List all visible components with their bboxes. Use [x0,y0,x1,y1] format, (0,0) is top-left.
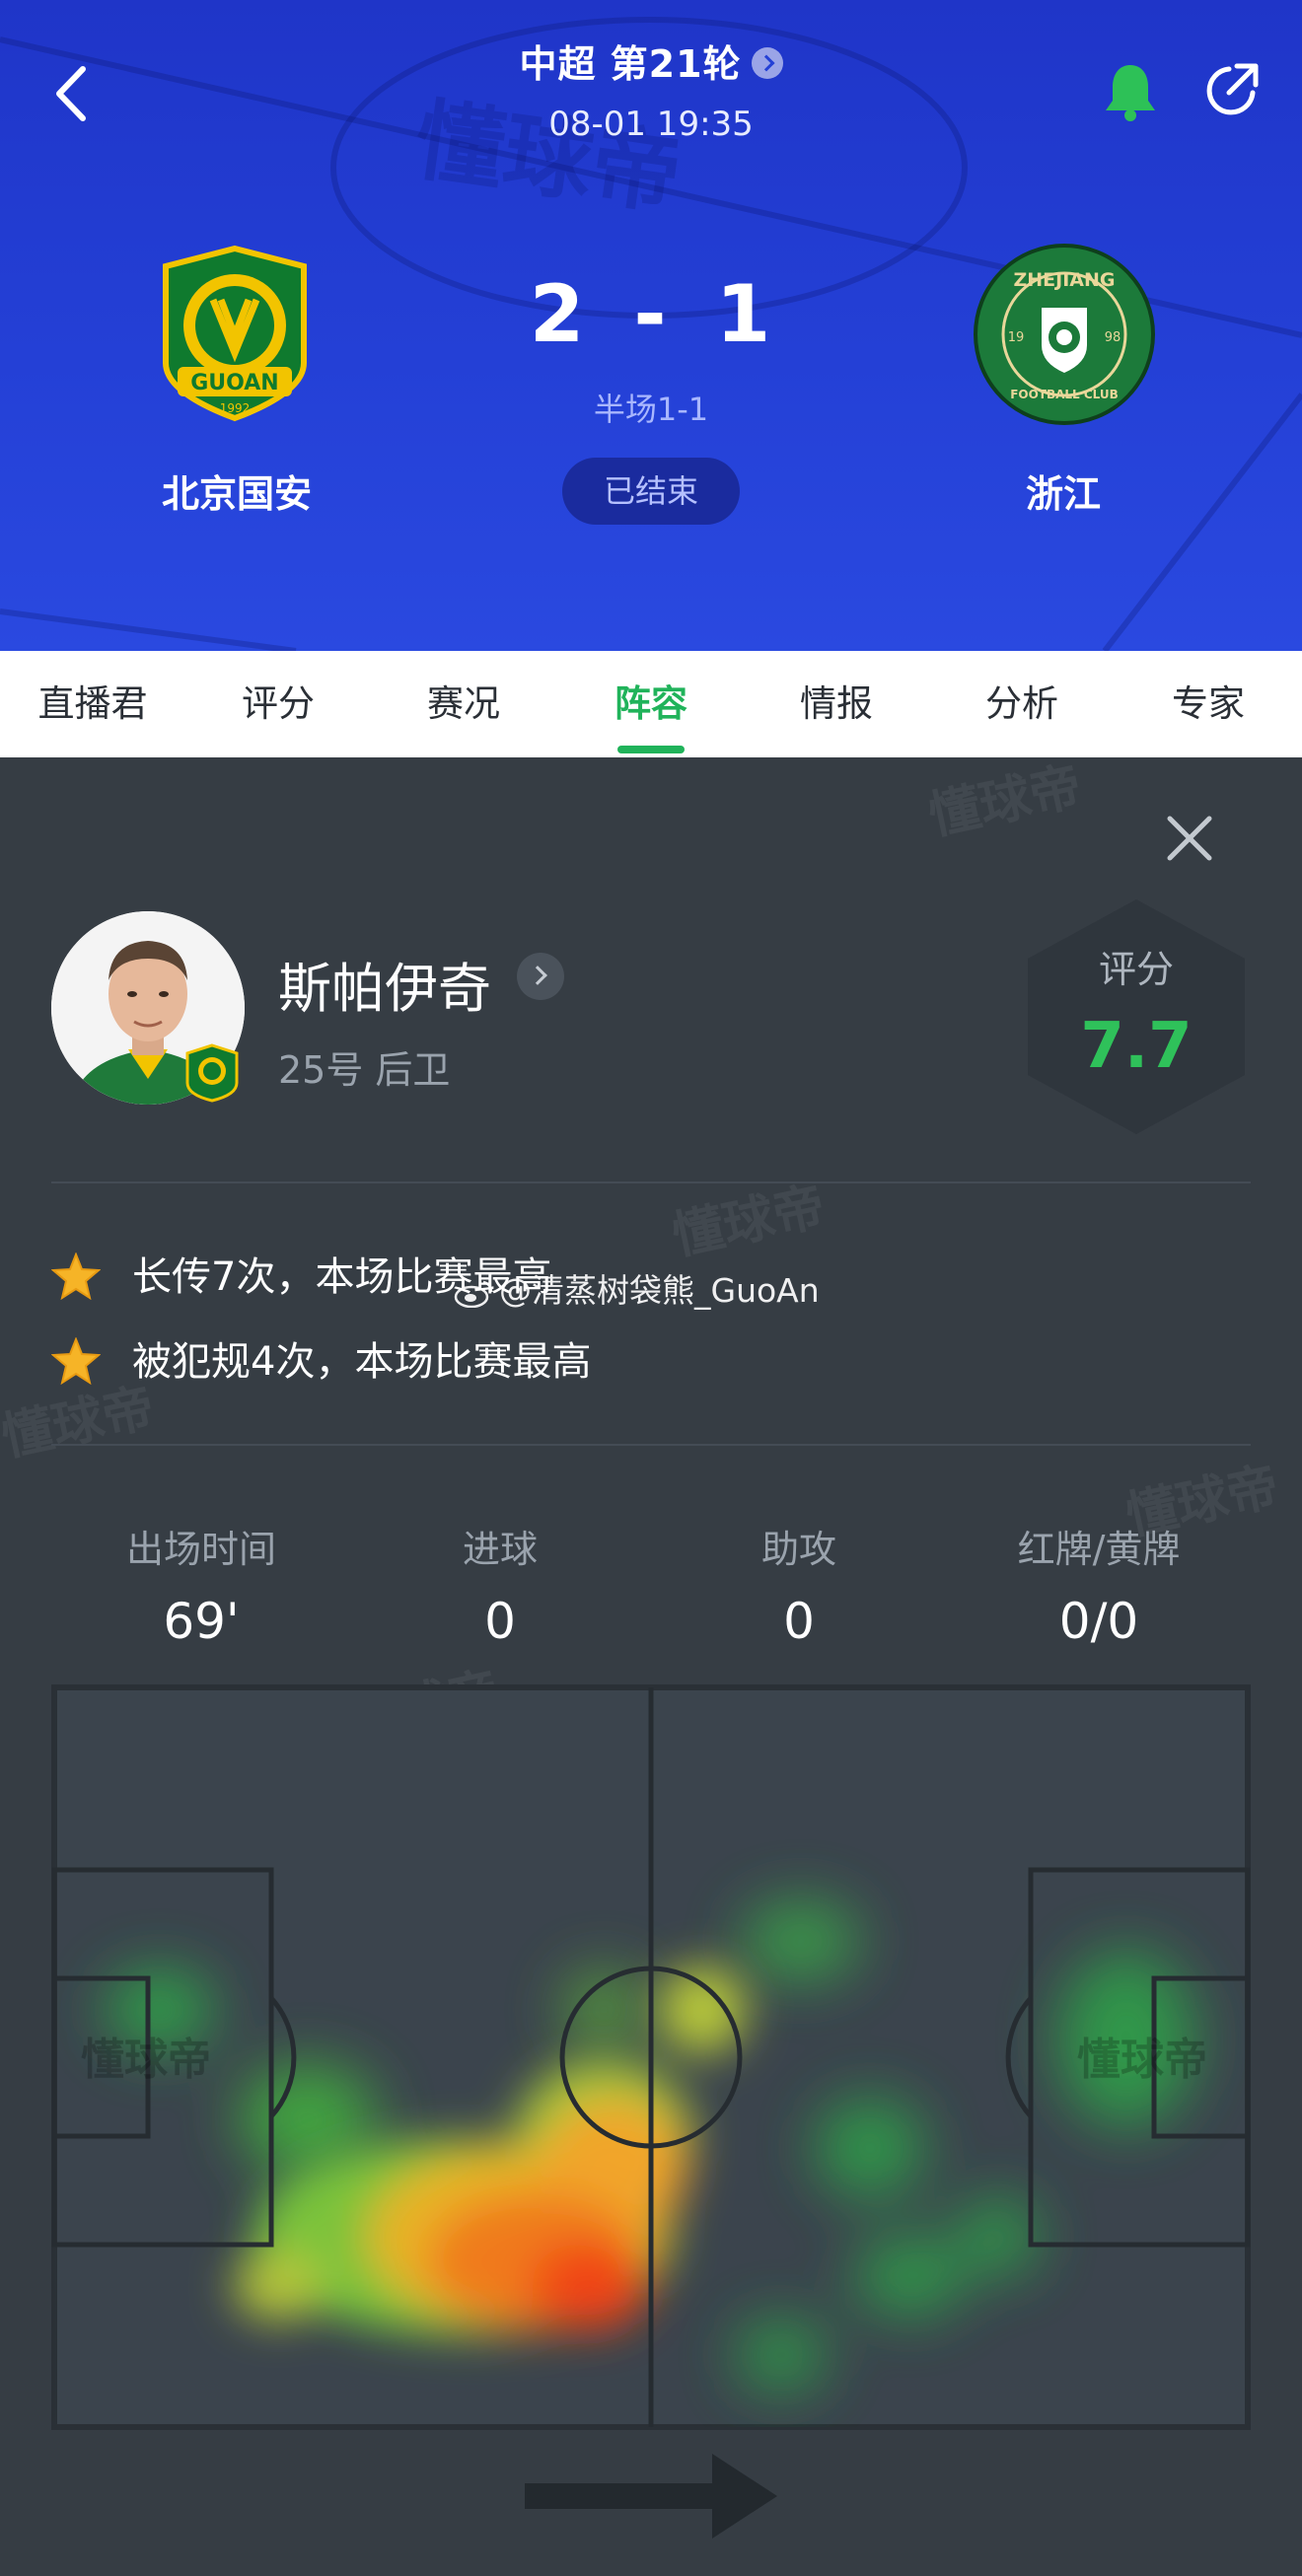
half-time-score: 半场1-1 [593,391,709,428]
score-separator: - [633,268,669,360]
rating-value: 7.7 [1080,1010,1193,1083]
chevron-right-icon[interactable] [517,953,564,1000]
svg-text:GUOAN: GUOAN [190,371,278,395]
stat-label: 红牌/黄牌 [1017,1528,1181,1571]
match-header: 懂球帝 中超 第21轮 08-01 19:35 GUOAN 1992 北京国安 … [0,0,1302,651]
tab-experts[interactable]: 专家 [1115,651,1302,757]
player-number-position: 25号 后卫 [278,1048,451,1092]
stat-value: 0 [484,1593,516,1650]
team-badge-icon [185,1043,239,1103]
stat-minutes: 出场时间 69' [53,1519,349,1650]
brand-watermark: 懂球帝 [923,756,1087,847]
away-team-crest: ZHEJIANG FOOTBALL CLUB 19 98 [974,244,1155,425]
stat-goals: 进球 0 [352,1519,648,1650]
star-icon [51,1252,101,1300]
stat-label: 助攻 [760,1528,836,1571]
stat-cards: 红牌/黄牌 0/0 [951,1519,1247,1650]
svg-text:ZHEJIANG: ZHEJIANG [1014,269,1116,291]
share-icon[interactable] [1201,59,1263,120]
weibo-icon [454,1280,493,1308]
svg-text:98: 98 [1105,330,1121,345]
stat-label: 出场时间 [125,1528,276,1571]
away-score: 1 [715,268,773,360]
divider [51,1181,1251,1183]
star-icon [51,1337,101,1385]
stat-label: 进球 [462,1528,538,1571]
arrow-right-icon [525,2454,777,2539]
close-icon[interactable] [1164,813,1215,864]
scoreboard: 2-1 [454,268,848,360]
stat-value: 0/0 [1058,1593,1139,1650]
chevron-right-icon [751,46,783,79]
svg-text:1992: 1992 [220,401,251,415]
tab-events[interactable]: 赛况 [371,651,556,757]
home-team-crest: GUOAN 1992 [163,245,307,422]
svg-text:FOOTBALL CLUB: FOOTBALL CLUB [1010,388,1119,401]
bell-icon[interactable] [1101,61,1160,122]
stat-assists: 助攻 0 [651,1519,947,1650]
tab-live[interactable]: 直播君 [0,651,185,757]
home-team-name[interactable]: 北京国安 [39,464,434,518]
away-team-name[interactable]: 浙江 [866,464,1261,518]
pitch-watermark: 懂球帝 [1077,2035,1207,2085]
tab-rating[interactable]: 评分 [185,651,371,757]
highlight-text: 被犯规4次，本场比赛最高 [132,1339,592,1385]
svg-text:19: 19 [1008,330,1025,345]
home-score: 2 [529,268,587,360]
stat-value: 0 [783,1593,815,1650]
match-tabs: 直播君 评分 赛况 阵容 情报 分析 专家 [0,651,1302,757]
stat-value: 69' [163,1593,240,1650]
round-title-text: 中超 第21轮 [519,42,742,86]
brand-watermark: 懂球帝 [667,1177,831,1267]
tab-active-indicator [617,746,685,753]
tab-analysis[interactable]: 分析 [929,651,1115,757]
rating-label: 评分 [1098,948,1174,991]
tab-intel[interactable]: 情报 [744,651,929,757]
player-name[interactable]: 斯帕伊奇 [278,945,491,1023]
pitch-watermark: 懂球帝 [81,2035,211,2085]
status-badge: 已结束 [562,458,740,525]
tab-lineup[interactable]: 阵容 [558,651,744,757]
heatmap-pitch: 懂球帝 懂球帝 [51,1684,1251,2430]
weibo-watermark-text: @清蒸树袋熊_GuoAn [499,1271,820,1310]
divider [51,1444,1251,1446]
weibo-watermark: @清蒸树袋熊_GuoAn [454,1264,820,1312]
